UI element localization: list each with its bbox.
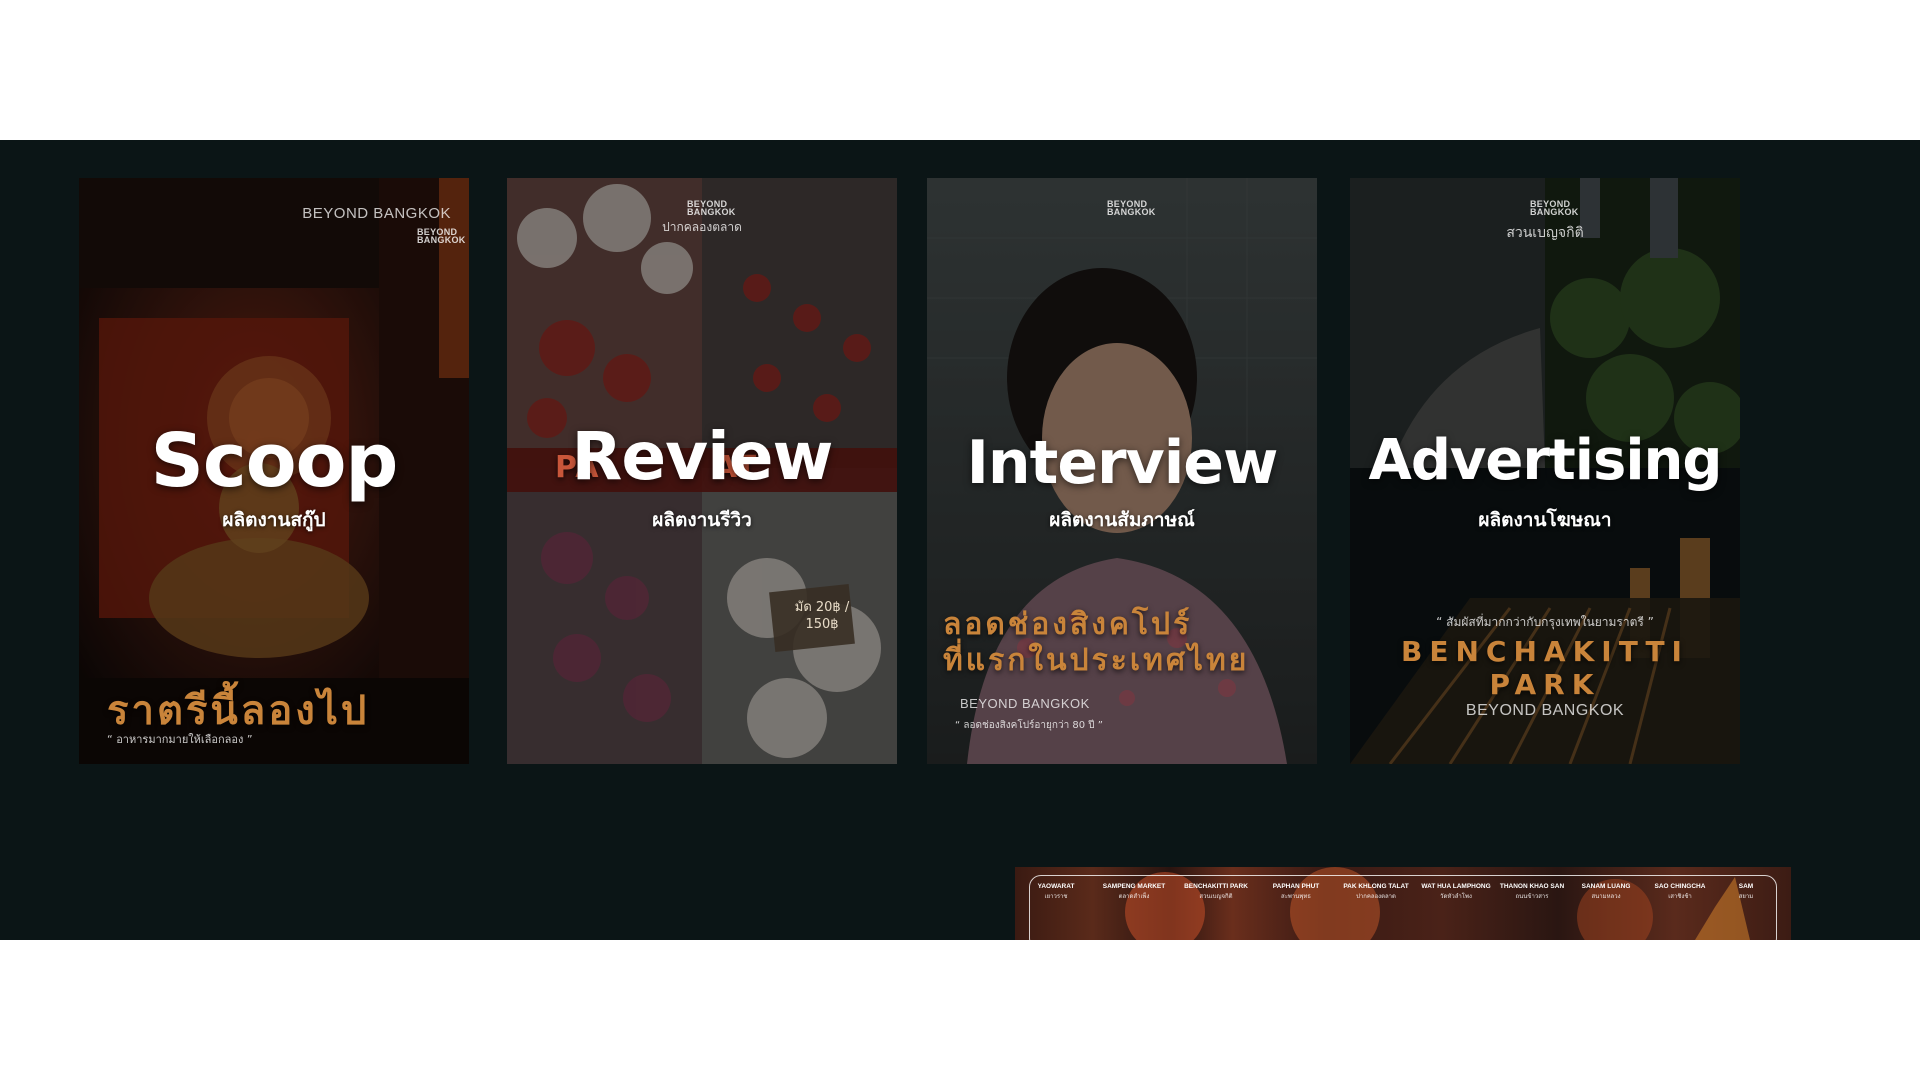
stop-en: SAMPENG MARKET	[1102, 883, 1166, 890]
review-card[interactable]: PA AT BEYOND BANGKOK ปากคลองตลาด มัด 20฿…	[507, 178, 897, 764]
stop-th: เสาชิงช้า	[1668, 894, 1692, 900]
card-headline: BENCHAKITTI PARK	[1401, 635, 1689, 701]
stop-en: SAO CHINGCHA	[1654, 883, 1706, 890]
brand-logo: BEYOND BANGKOK	[417, 227, 466, 245]
map-stop-siam[interactable]: SAM สยาม	[1721, 883, 1771, 901]
stop-th: สยาม	[1738, 894, 1754, 900]
map-stop-pak-khlong[interactable]: PAK KHLONG TALAT ปากคลองตลาด	[1341, 883, 1411, 901]
card-location: สวนเบญจกิติ	[1506, 225, 1584, 241]
map-stop-sao-chingcha[interactable]: SAO CHINGCHA เสาชิงช้า	[1645, 883, 1715, 901]
brand-logo: BEYOND BANGKOK	[1107, 199, 1156, 217]
card-subtitle: ผลิตงานรีวิว	[652, 509, 752, 531]
map-stop-wat-hua-lamphong[interactable]: WAT HUA LAMPHONG วัดหัวลำโพง	[1421, 883, 1491, 901]
map-stop-khao-san[interactable]: THANON KHAO SAN ถนนข้าวสาร	[1497, 883, 1567, 901]
card-subtitle: ผลิตงานสกู๊ป	[222, 509, 326, 531]
card-subtitle: ผลิตงานโฆษณา	[1478, 509, 1612, 531]
card-subtitle: ผลิตงานสัมภาษณ์	[1049, 509, 1195, 531]
map-stop-sampeng[interactable]: SAMPENG MARKET ตลาดสำเพ็ง	[1099, 883, 1169, 901]
brand-text: BEYOND BANGKOK	[960, 696, 1090, 711]
price-tag: มัด 20฿ / 150฿	[794, 600, 850, 632]
brand-text: BEYOND BANGKOK	[302, 205, 451, 222]
stop-th: สนามหลวง	[1591, 894, 1621, 900]
map-stop-benchakitti[interactable]: BENCHAKITTI PARK สวนเบญจกิติ	[1181, 883, 1251, 901]
interview-card[interactable]: BEYOND BANGKOK Interview ผลิตงานสัมภาษณ์…	[927, 178, 1317, 764]
stop-en: BENCHAKITTI PARK	[1184, 883, 1248, 890]
card-caption: “ อาหารมากมายให้เลือกลอง ”	[107, 733, 253, 746]
stop-th: สวนเบญจกิติ	[1199, 894, 1233, 900]
stop-th: ปากคลองตลาด	[1356, 894, 1396, 900]
map-stop-yaowarat[interactable]: YAOWARAT เยาวราช	[1021, 883, 1091, 901]
card-caption: “ ลอดช่องสิงคโปร์อายุกว่า 80 ปี ”	[955, 720, 1103, 731]
map-strip[interactable]: YAOWARAT เยาวราช SAMPENG MARKET ตลาดสำเพ็ง…	[1015, 867, 1791, 940]
brand-text: BEYOND BANGKOK	[1465, 702, 1625, 719]
brand-logo: BEYOND BANGKOK	[687, 199, 736, 217]
card-title: Interview	[966, 428, 1279, 498]
card-headline-line2: ที่แรกในประเทศไทย	[943, 643, 1250, 678]
scoop-card[interactable]: BEYOND BANGKOK BEYOND BANGKOK Scoop ผลิต…	[79, 178, 469, 764]
stop-en: THANON KHAO SAN	[1499, 883, 1565, 890]
stop-en: PAK KHLONG TALAT	[1343, 883, 1409, 890]
stop-th: สะพานพุทธ	[1281, 894, 1311, 900]
brand-logo: BEYOND BANGKOK	[1530, 199, 1579, 217]
card-title: Scoop	[150, 418, 399, 504]
stop-en: SAM	[1738, 883, 1754, 890]
map-stop-paphan-phut[interactable]: PAPHAN PHUT สะพานพุทธ	[1261, 883, 1331, 901]
stop-en: YAOWARAT	[1037, 883, 1075, 890]
stop-th: เยาวราช	[1044, 894, 1068, 900]
card-location: ปากคลองตลาด	[662, 220, 742, 234]
card-title: Review	[571, 418, 834, 495]
card-quote: “ สัมผัสที่มากกว่ากับกรุงเทพในยามราตรี ”	[1436, 615, 1654, 629]
card-headline-line1: ลอดช่องสิงคโปร์	[943, 607, 1193, 642]
stop-en: PAPHAN PHUT	[1272, 883, 1320, 890]
stop-th: ตลาดสำเพ็ง	[1118, 894, 1150, 900]
card-title: Advertising	[1368, 428, 1723, 493]
stop-en: SANAM LUANG	[1581, 883, 1631, 890]
advertising-card[interactable]: BEYOND BANGKOK สวนเบญจกิติ Advertising ผ…	[1350, 178, 1740, 764]
stop-th: วัดหัวลำโพง	[1440, 894, 1472, 900]
stop-th: ถนนข้าวสาร	[1515, 894, 1549, 900]
stop-en: WAT HUA LAMPHONG	[1421, 883, 1491, 890]
map-stop-sanam-luang[interactable]: SANAM LUANG สนามหลวง	[1571, 883, 1641, 901]
portfolio-band: BEYOND BANGKOK BEYOND BANGKOK Scoop ผลิต…	[0, 140, 1920, 940]
